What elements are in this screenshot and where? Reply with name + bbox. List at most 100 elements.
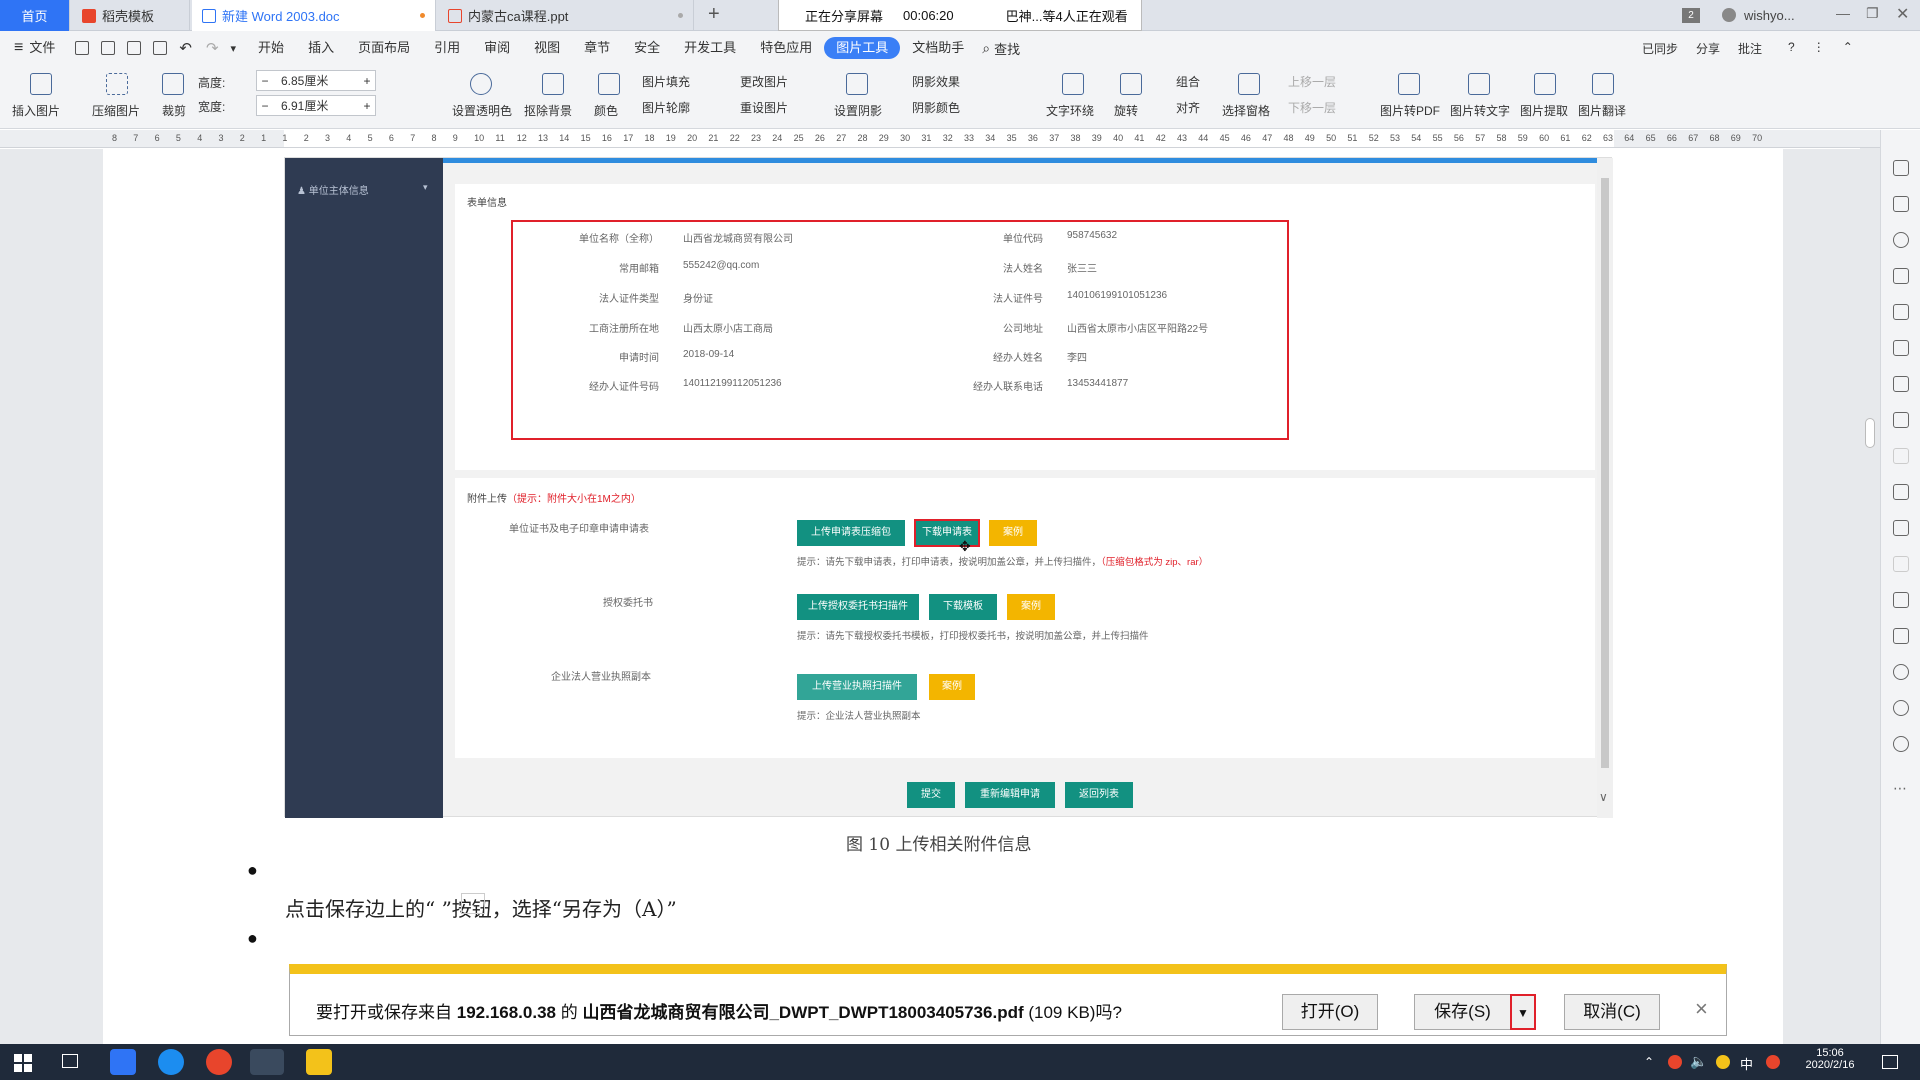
print-icon[interactable] (127, 41, 142, 55)
tab-ppt[interactable]: 内蒙古ca课程.ppt (438, 0, 694, 31)
width-stepper[interactable]: −6.91厘米 + (256, 95, 376, 116)
menu-review[interactable]: 审阅 (472, 37, 522, 59)
tab-word-doc[interactable]: 新建 Word 2003.doc (192, 0, 436, 31)
scroll-thumb[interactable] (1865, 418, 1875, 448)
example-button[interactable]: 案例 (989, 520, 1037, 546)
compress-icon[interactable] (106, 73, 128, 95)
ime-indicator[interactable]: 中 (1740, 1054, 1753, 1073)
transparent-icon[interactable] (470, 73, 492, 95)
menu-start[interactable]: 开始 (246, 37, 296, 59)
picture-outline-button[interactable]: 图片轮廓 (642, 99, 690, 116)
reset-picture-button[interactable]: 重设图片 (740, 99, 788, 116)
folder-icon[interactable] (306, 1049, 332, 1075)
horizontal-ruler[interactable]: 8 7 6 5 4 3 2 1 1 2 3 4 5 6 7 8 9 10 11 12 13 14 15 16 17 18 19 20 2… (0, 130, 1896, 148)
minimize-icon[interactable]: — (1836, 5, 1850, 21)
sync-button[interactable]: 已同步 (1642, 40, 1678, 57)
avatar[interactable] (1722, 8, 1736, 22)
change-picture-button[interactable]: 更改图片 (740, 73, 788, 90)
print-preview-icon[interactable] (153, 41, 168, 55)
menu-page-layout[interactable]: 页面布局 (346, 37, 422, 59)
remove-bg-icon[interactable] (542, 73, 564, 95)
search-icon[interactable]: ⌕ (982, 40, 990, 57)
width-value[interactable]: 6.91厘米 (273, 97, 359, 114)
window-count-badge[interactable]: 2 (1682, 8, 1700, 23)
sogou-tray-icon[interactable] (1766, 1055, 1780, 1069)
return-list-button[interactable]: 返回列表 (1065, 782, 1133, 808)
chart-icon[interactable] (1893, 412, 1909, 428)
history-icon[interactable] (1893, 700, 1909, 716)
height-value[interactable]: 6.85厘米 (273, 72, 359, 89)
menu-doc-assistant[interactable]: 文档助手 (900, 37, 976, 59)
qq-icon[interactable] (1716, 1055, 1730, 1069)
crop-icon[interactable] (162, 73, 184, 95)
location-icon[interactable] (1893, 232, 1909, 248)
translate-icon[interactable] (1592, 73, 1614, 95)
translate-button[interactable]: 图片翻译 (1578, 102, 1626, 119)
close-icon[interactable]: ✕ (1896, 4, 1909, 24)
extract-button[interactable]: 图片提取 (1520, 102, 1568, 119)
search-button[interactable]: 查找 (994, 39, 1020, 58)
submit-button[interactable]: 提交 (907, 782, 955, 808)
open-button[interactable]: 打开(O) (1282, 994, 1378, 1030)
insert-picture-button[interactable]: 插入图片 (12, 102, 60, 119)
menu-insert[interactable]: 插入 (296, 37, 346, 59)
remove-bg-button[interactable]: 抠除背景 (524, 102, 572, 119)
shield-icon[interactable] (1893, 664, 1909, 680)
redo-icon[interactable]: ↷ (206, 39, 219, 57)
fill-icon[interactable] (1893, 304, 1909, 320)
text-wrap-button[interactable]: 文字环绕 (1046, 102, 1094, 119)
rotate-icon[interactable] (1120, 73, 1142, 95)
shadow-effect-button[interactable]: 阴影效果 (912, 73, 960, 90)
color-button[interactable]: 颜色 (594, 102, 618, 119)
help-icon[interactable]: ? (1788, 40, 1795, 57)
maximize-icon[interactable]: ❐ (1866, 5, 1879, 22)
chevron-down-icon[interactable]: ∨ (1599, 790, 1608, 804)
menu-picture-tools[interactable]: 图片工具 (824, 37, 901, 59)
upload-application-button[interactable]: 上传申请表压缩包 (797, 520, 905, 546)
group-button[interactable]: 组合 (1176, 73, 1200, 90)
menu-reference[interactable]: 引用 (422, 37, 472, 59)
tab-daoke[interactable]: 稻壳模板 (72, 0, 190, 31)
insert-picture-icon[interactable] (30, 73, 52, 95)
color-icon[interactable] (598, 73, 620, 95)
send-backward-button[interactable]: 下移一层 (1288, 99, 1336, 116)
text-icon[interactable] (1893, 448, 1909, 464)
bring-forward-button[interactable]: 上移一层 (1288, 73, 1336, 90)
vertical-scrollbar[interactable] (1860, 148, 1880, 1044)
help-icon[interactable] (1893, 736, 1909, 752)
image-icon[interactable] (1893, 484, 1909, 500)
menu-features[interactable]: 特色应用 (748, 37, 824, 59)
upload-license-button[interactable]: 上传营业执照扫描件 (797, 674, 917, 700)
selection-pane-button[interactable]: 选择窗格 (1222, 102, 1270, 119)
customize-icon[interactable]: ▾ (231, 42, 237, 55)
undo-icon[interactable]: ↶ (179, 39, 192, 57)
more-icon[interactable]: ⋯ (1893, 780, 1907, 797)
to-text-icon[interactable] (1468, 73, 1490, 95)
menu-security[interactable]: 安全 (622, 37, 672, 59)
upload-authorization-button[interactable]: 上传授权委托书扫描件 (797, 594, 919, 620)
windows-start-icon[interactable] (14, 1054, 32, 1072)
to-pdf-button[interactable]: 图片转PDF (1380, 102, 1440, 119)
cursor-icon[interactable] (1893, 196, 1909, 212)
close-download-icon[interactable]: × (1695, 996, 1708, 1022)
wps-icon[interactable] (110, 1049, 136, 1075)
hamburger-icon[interactable]: ≡ (14, 39, 23, 57)
more-icon[interactable]: ⋮ (1813, 40, 1825, 57)
align-button[interactable]: 对齐 (1176, 99, 1200, 116)
shadow-icon[interactable] (846, 73, 868, 95)
sogou-icon[interactable] (158, 1049, 184, 1075)
cancel-button[interactable]: 取消(C) (1564, 994, 1660, 1030)
layers-icon[interactable] (1893, 556, 1909, 572)
collapse-ribbon-icon[interactable]: ⌃ (1843, 40, 1853, 57)
extract-icon[interactable] (1534, 73, 1556, 95)
save-icon[interactable] (75, 41, 90, 55)
menu-developer[interactable]: 开发工具 (672, 37, 748, 59)
rotate-button[interactable]: 旋转 (1114, 102, 1138, 119)
menu-view[interactable]: 视图 (522, 37, 572, 59)
shapes-icon[interactable] (1893, 268, 1909, 284)
crop-button[interactable]: 裁剪 (162, 102, 186, 119)
user-name[interactable]: wishyo... (1744, 8, 1795, 23)
example-button[interactable]: 案例 (1007, 594, 1055, 620)
shadow-color-button[interactable]: 阴影颜色 (912, 99, 960, 116)
tab-home[interactable]: 首页 (0, 0, 70, 31)
